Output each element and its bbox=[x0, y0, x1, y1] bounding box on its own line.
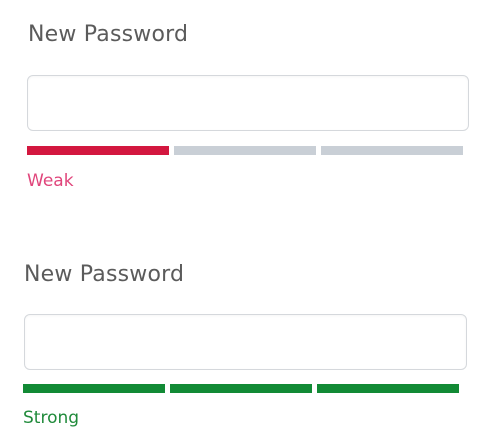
strength-segment-1 bbox=[23, 384, 165, 393]
password-strength-meter bbox=[23, 384, 460, 393]
new-password-label: New Password bbox=[24, 262, 185, 287]
strength-segment-3 bbox=[321, 146, 463, 155]
strength-segment-2 bbox=[170, 384, 312, 393]
strength-segment-2 bbox=[174, 146, 316, 155]
strength-segment-1 bbox=[27, 146, 169, 155]
new-password-label: New Password bbox=[28, 22, 189, 47]
new-password-input[interactable] bbox=[27, 75, 469, 131]
strength-label: Weak bbox=[27, 171, 74, 191]
strength-segment-3 bbox=[317, 384, 459, 393]
strength-label: Strong bbox=[23, 408, 80, 428]
password-strength-meter bbox=[27, 146, 463, 155]
new-password-input[interactable] bbox=[24, 314, 467, 370]
